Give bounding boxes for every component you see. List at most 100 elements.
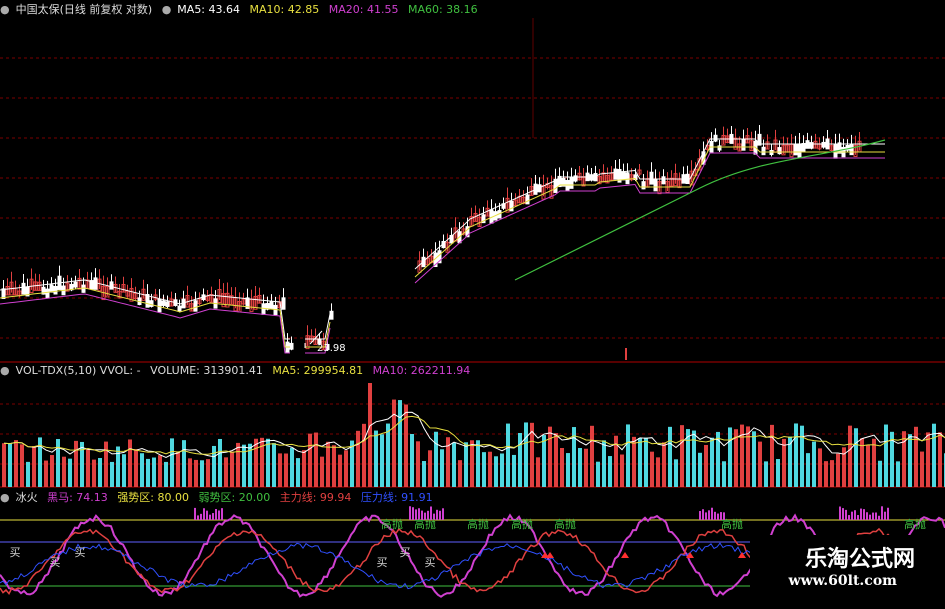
volume-bar xyxy=(272,443,276,487)
volume-bar xyxy=(62,456,66,487)
volume-bar xyxy=(68,458,72,487)
vol-legend: ● VOL-TDX(5,10) VVOL: - VOLUME: 313901.41… xyxy=(0,363,476,379)
volume-bar xyxy=(800,425,804,487)
sell-high-label: 高抛 xyxy=(554,517,576,531)
volume-bar xyxy=(458,460,462,487)
volume-bar xyxy=(20,444,24,487)
volume-bar xyxy=(662,442,666,487)
sell-high-label: 高抛 xyxy=(381,517,403,531)
volume-bar xyxy=(776,459,780,487)
candle-body xyxy=(289,342,294,350)
candle-body xyxy=(801,142,806,153)
vol-circle-icon: ● xyxy=(0,364,10,377)
candle-body xyxy=(761,146,766,156)
ind-legend: ● 冰火 黑马: 74.13 强势区: 80.00 弱势区: 20.00 主力线:… xyxy=(0,490,439,506)
volume-bar xyxy=(506,423,510,487)
volume-bar xyxy=(320,456,324,487)
sell-high-label: 高抛 xyxy=(511,517,533,531)
sell-high-label: 高抛 xyxy=(721,517,743,531)
volume-bar xyxy=(32,446,36,487)
volume-bar xyxy=(290,447,294,487)
watermark: 乐淘公式网 www.60lt.com xyxy=(750,535,945,609)
volume-bar xyxy=(884,424,888,487)
candle-body xyxy=(193,300,198,312)
volume-bar xyxy=(302,450,306,487)
price-chart[interactable]: 23.98 xyxy=(0,18,945,363)
volume-chart[interactable] xyxy=(0,379,945,488)
candle-body xyxy=(73,281,78,288)
buy-label: 买 xyxy=(400,546,411,559)
volume-bar xyxy=(254,438,258,487)
candle-body xyxy=(661,176,666,185)
volume-bar xyxy=(374,430,378,487)
buy-label: 买 xyxy=(425,556,436,569)
volume-bar xyxy=(242,444,246,487)
up-arrow-icon xyxy=(621,552,629,558)
volume-bar xyxy=(380,434,384,487)
volume-bar xyxy=(386,423,390,487)
buy-label: 买 xyxy=(75,546,86,559)
volume-bar xyxy=(866,444,870,487)
price-ma60: MA60: 38.16 xyxy=(407,3,478,16)
volume-bar xyxy=(830,460,834,487)
volume-bar xyxy=(170,438,174,487)
volume-bar xyxy=(308,433,312,487)
volume-bar xyxy=(416,441,420,487)
volume-bar xyxy=(554,433,558,487)
volume-bar xyxy=(164,461,168,487)
volume-bar xyxy=(902,431,906,487)
volume-bar xyxy=(650,451,654,487)
volume-bar xyxy=(896,461,900,487)
ind-strong: 强势区: 80.00 xyxy=(117,491,190,504)
volume-bar xyxy=(794,423,798,487)
volume-bar xyxy=(236,442,240,487)
volume-bar xyxy=(806,453,810,487)
price-legend: ● 中国太保(日线 前复权 对数) ● MA5: 43.64 MA10: 42.85… xyxy=(0,2,484,18)
candle-body xyxy=(109,281,114,290)
price-ma10: MA10: 42.85 xyxy=(249,3,320,16)
volume-bar xyxy=(698,452,702,487)
volume-bar xyxy=(122,454,126,487)
volume-bar xyxy=(560,448,564,487)
volume-bar xyxy=(314,432,318,487)
price-legend-circle-icon: ● xyxy=(161,3,172,16)
candle-body xyxy=(149,300,154,307)
watermark-url: www.60lt.com xyxy=(788,573,897,589)
volume-bar xyxy=(194,459,198,487)
volume-bar xyxy=(512,454,516,487)
volume-bar xyxy=(368,383,372,487)
candle-body xyxy=(809,142,814,149)
volume-bar xyxy=(596,461,600,487)
price-ma5: MA5: 43.64 xyxy=(177,3,241,16)
sell-high-label: 高抛 xyxy=(904,517,926,531)
vol-ma5: MA5: 299954.81 xyxy=(272,364,364,377)
volume-bar xyxy=(8,443,12,487)
candle-body xyxy=(793,144,798,156)
sell-high-label: 高抛 xyxy=(467,517,489,531)
volume-bar xyxy=(470,440,474,487)
volume-bar xyxy=(938,432,942,487)
price-ma20: MA20: 41.55 xyxy=(328,3,399,16)
volume-bar xyxy=(50,455,54,487)
volume-bar xyxy=(914,426,918,487)
volume-bar xyxy=(746,426,750,487)
volume-bar xyxy=(152,457,156,487)
volume-bar xyxy=(566,453,570,487)
volume-bar xyxy=(812,441,816,487)
ind-main: 主力线: 99.94 xyxy=(279,491,352,504)
volume-bar xyxy=(362,423,366,487)
volume-bar xyxy=(782,438,786,487)
volume-bar xyxy=(224,457,228,487)
volume-bar xyxy=(86,448,90,487)
volume-bar xyxy=(218,438,222,487)
candle-body xyxy=(641,181,646,190)
stock-title[interactable]: 中国太保(日线 前复权 对数) xyxy=(16,3,153,16)
volume-bar xyxy=(500,453,504,487)
volume-bar xyxy=(728,427,732,487)
volume-bar xyxy=(758,441,762,487)
candle-body xyxy=(45,288,50,299)
volume-bar xyxy=(230,451,234,487)
volume-bar xyxy=(548,426,552,487)
sell-high-label: 高抛 xyxy=(414,517,436,531)
volume-bar xyxy=(848,425,852,487)
